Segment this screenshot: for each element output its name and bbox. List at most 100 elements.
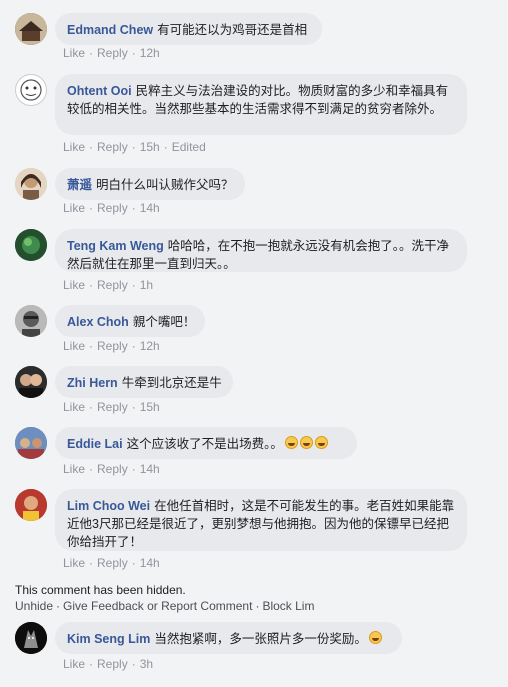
laughing-emoji-icon [314, 436, 328, 449]
comment-author[interactable]: 萧遥 [67, 178, 92, 192]
timestamp[interactable]: 12h [140, 46, 160, 60]
separator: · [131, 201, 136, 215]
comment-actions: Like · Reply · 12h [63, 339, 160, 353]
timestamp[interactable]: 14h [140, 462, 160, 476]
comment-bubble: Kim Seng Lim 当然抱紧啊，多一张照片多一份奖励。 [55, 622, 402, 654]
comment-actions: Like · Reply · 12h [63, 46, 160, 60]
comment-actions: Like · Reply · 1h [63, 278, 153, 292]
separator: · [89, 278, 94, 292]
edited-label[interactable]: Edited [172, 140, 206, 154]
separator: · [89, 201, 94, 215]
comment-author[interactable]: Alex Choh [67, 315, 129, 329]
reply-link[interactable]: Reply [97, 556, 128, 570]
like-link[interactable]: Like [63, 400, 85, 414]
separator: · [89, 657, 94, 671]
timestamp[interactable]: 15h [140, 400, 160, 414]
comment-actions: Like · Reply · 14h [63, 201, 160, 215]
reply-link[interactable]: Reply [97, 462, 128, 476]
comment-author[interactable]: Teng Kam Weng [67, 239, 164, 253]
separator: · [89, 400, 94, 414]
separator: · [89, 140, 94, 154]
comment-actions: Like · Reply · 3h [63, 657, 153, 671]
like-link[interactable]: Like [63, 657, 85, 671]
comment-bubble: Lim Choo Wei 在他任首相时，这是不可能发生的事。老百姓如果能靠近他3尺… [55, 489, 467, 551]
separator: · [163, 140, 168, 154]
avatar[interactable] [15, 74, 47, 106]
separator: · [89, 46, 94, 60]
like-link[interactable]: Like [63, 556, 85, 570]
like-link[interactable]: Like [63, 462, 85, 476]
give-feedback-link[interactable]: Give Feedback or Report Comment [63, 599, 252, 613]
comment-actions: Like · Reply · 14h [63, 462, 160, 476]
couple-photo-icon [15, 366, 47, 398]
reply-link[interactable]: Reply [97, 201, 128, 215]
like-link[interactable]: Like [63, 339, 85, 353]
block-user-link[interactable]: Block Lim [262, 599, 314, 613]
avatar[interactable] [15, 366, 47, 398]
house-photo-icon [15, 13, 47, 45]
comment-actions: Like · Reply · 15h · Edited [63, 140, 206, 154]
avatar[interactable] [15, 168, 47, 200]
separator: · [131, 462, 136, 476]
like-link[interactable]: Like [63, 201, 85, 215]
hidden-comment-note: This comment has been hidden. [15, 583, 186, 597]
comment-bubble: Eddie Lai 这个应该收了不是出场费。。 [55, 427, 357, 459]
timestamp[interactable]: 12h [140, 339, 160, 353]
reply-link[interactable]: Reply [97, 339, 128, 353]
comment-author[interactable]: Kim Seng Lim [67, 632, 150, 646]
reply-link[interactable]: Reply [97, 140, 128, 154]
group-photo-icon [15, 427, 47, 459]
reply-link[interactable]: Reply [97, 46, 128, 60]
unhide-link[interactable]: Unhide [15, 599, 53, 613]
comment-text: 牛牵到北京还是牛 [121, 376, 222, 390]
comment-bubble: Edmand Chew 有可能还以为鸡哥还是首相 [55, 13, 322, 45]
person-photo-icon [15, 489, 47, 521]
comment-author[interactable]: Zhi Hern [67, 376, 118, 390]
plant-photo-icon [15, 229, 47, 261]
comment-bubble: Alex Choh 親个嘴吧！ [55, 305, 205, 337]
separator: · [89, 462, 94, 476]
separator: · [89, 339, 94, 353]
laughing-emoji-icon [368, 631, 382, 644]
timestamp[interactable]: 14h [140, 556, 160, 570]
comment-bubble: Ohtent Ooi 民粹主义与法治建设的对比。物质财富的多少和幸福具有较低的相关… [55, 74, 467, 135]
comment-author[interactable]: Edmand Chew [67, 23, 153, 37]
comment-author[interactable]: Ohtent Ooi [67, 84, 132, 98]
avatar[interactable] [15, 427, 47, 459]
timestamp[interactable]: 14h [140, 201, 160, 215]
avatar[interactable] [15, 305, 47, 337]
like-link[interactable]: Like [63, 140, 85, 154]
separator: · [131, 556, 136, 570]
separator: · [89, 556, 94, 570]
comment-text: 当然抱紧啊，多一张照片多一份奖励。 [154, 632, 367, 646]
laughing-emoji-icon [299, 436, 313, 449]
separator: · [131, 140, 136, 154]
comment-bubble: 萧遥 明白什么叫认贼作父吗？ [55, 168, 245, 200]
comment-bubble: Zhi Hern 牛牵到北京还是牛 [55, 366, 233, 398]
reply-link[interactable]: Reply [97, 657, 128, 671]
laughing-emoji-icon [284, 436, 298, 449]
avatar[interactable] [15, 489, 47, 521]
avatar[interactable] [15, 622, 47, 654]
like-link[interactable]: Like [63, 46, 85, 60]
like-link[interactable]: Like [63, 278, 85, 292]
separator: · [131, 400, 136, 414]
comment-actions: Like · Reply · 15h [63, 400, 160, 414]
separator: · [131, 46, 136, 60]
comment-text: 明白什么叫认贼作父吗？ [96, 178, 234, 192]
avatar[interactable] [15, 229, 47, 261]
avatar[interactable] [15, 13, 47, 45]
comment-text: 有可能还以为鸡哥还是首相 [157, 23, 308, 37]
reply-link[interactable]: Reply [97, 400, 128, 414]
separator: · [56, 599, 61, 613]
separator: · [131, 657, 136, 671]
wolf-photo-icon [15, 622, 47, 654]
timestamp[interactable]: 15h [140, 140, 160, 154]
comment-actions: Like · Reply · 14h [63, 556, 160, 570]
comment-author[interactable]: Lim Choo Wei [67, 499, 150, 513]
timestamp[interactable]: 3h [140, 657, 153, 671]
reply-link[interactable]: Reply [97, 278, 128, 292]
sketch-face-icon [20, 79, 42, 101]
comment-author[interactable]: Eddie Lai [67, 437, 123, 451]
timestamp[interactable]: 1h [140, 278, 153, 292]
